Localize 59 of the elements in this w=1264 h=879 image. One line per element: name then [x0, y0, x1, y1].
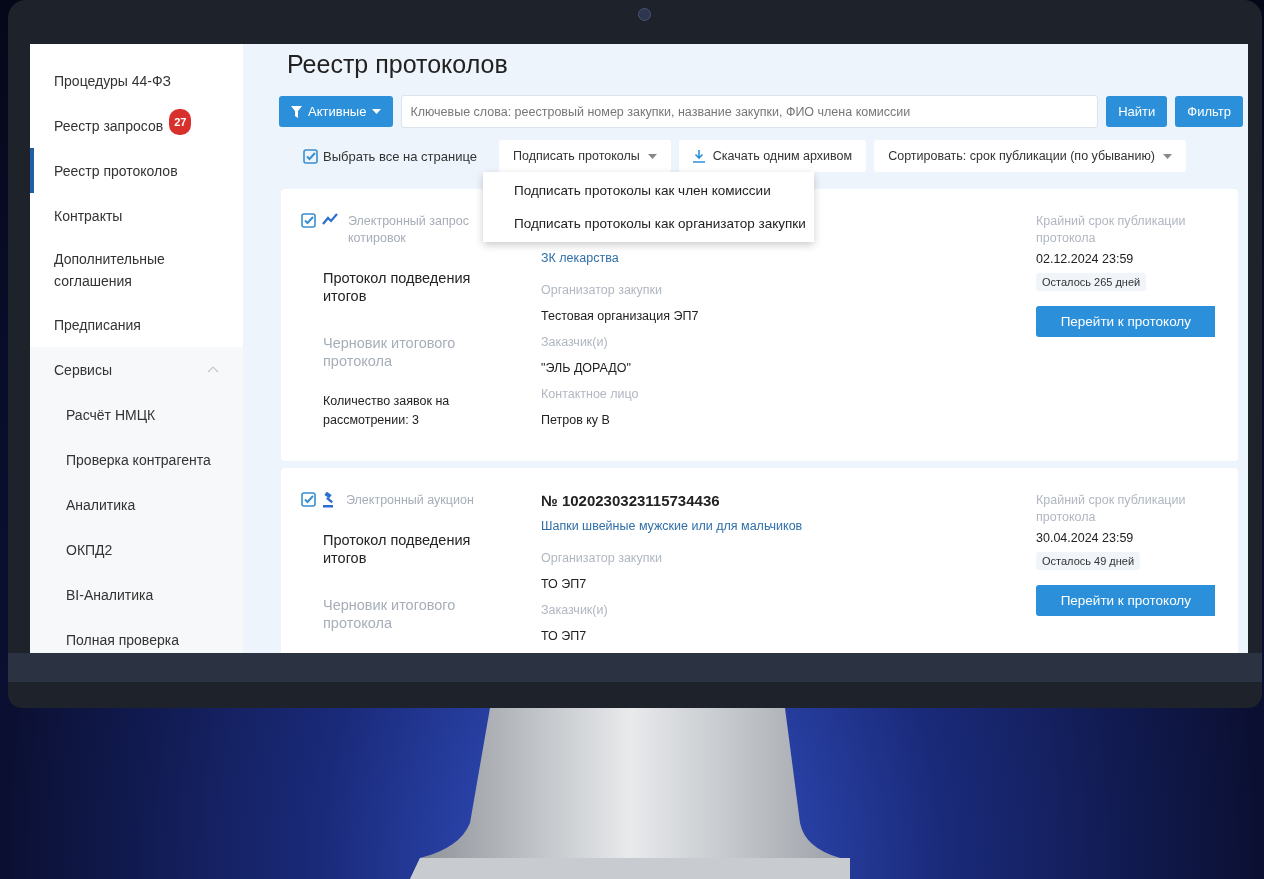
caret-icon — [1163, 153, 1172, 159]
menu-item[interactable]: Подписать протоколы как член комиссии — [483, 174, 814, 207]
detail-value: Петров ку В — [541, 412, 611, 429]
gavel-icon — [322, 492, 336, 508]
sidebar-item[interactable]: Реестр протоколов — [30, 148, 243, 193]
detail-label: Организатор закупки — [541, 550, 663, 567]
detail-value: Тестовая организация ЭП7 — [541, 308, 700, 325]
sidebar-item[interactable]: Реестр запросов 27 — [30, 103, 243, 148]
sidebar-item[interactable]: Контракты — [30, 193, 243, 238]
sidebar-item[interactable]: Предписания — [30, 302, 243, 347]
deadline-label: Крайний срок публикации протокола — [1036, 492, 1187, 526]
days-left-badge: Осталось 265 дней — [1036, 273, 1147, 291]
checkbox[interactable] — [301, 213, 316, 228]
sidebar-item[interactable]: Сервисы — [30, 347, 243, 392]
caret-icon — [647, 153, 657, 159]
count-badge: 27 — [169, 108, 192, 135]
protocol-name: Протокол подведения итогов — [323, 531, 472, 567]
sidebar-item[interactable]: BI-Аналитика — [30, 572, 243, 617]
sidebar-item[interactable]: Полная проверка — [30, 617, 243, 653]
download-icon — [692, 149, 705, 163]
camera-icon — [638, 8, 651, 21]
deadline-label: Крайний срок публикации протокола — [1036, 213, 1187, 247]
detail-label: Заказчик(и) — [541, 602, 609, 619]
page-title: Реестр протоколов — [287, 50, 509, 79]
draft-status: Черновик итогового протокола — [323, 334, 457, 370]
sidebar-item[interactable]: Аналитика — [30, 482, 243, 527]
caret-icon — [372, 109, 382, 114]
procurement-link[interactable]: ЗК лекарства — [541, 251, 1016, 265]
protocol-name: Протокол подведения итогов — [323, 269, 472, 305]
download-button[interactable]: Скачать одним архивом — [678, 140, 867, 172]
detail-value: ТО ЭП7 — [541, 628, 588, 645]
applications-count: Количество заявок на рассмотрении: 3 — [323, 393, 451, 429]
detail-label: Заказчик(и) — [541, 334, 609, 351]
detail-label: Организатор закупки — [541, 282, 663, 299]
checkbox[interactable] — [303, 148, 318, 164]
days-left-badge: Осталось 49 дней — [1036, 552, 1141, 570]
trend-line-icon — [322, 213, 338, 225]
draft-status: Черновик итогового протокола — [323, 596, 457, 632]
checkbox[interactable] — [301, 492, 316, 507]
procurement-number: № 1020230323115734436 — [541, 492, 721, 509]
procedure-type: Электронный аукцион — [346, 492, 475, 509]
menu-item[interactable]: Подписать протоколы как организатор закупки — [483, 207, 814, 240]
detail-label: Контактное лицо — [541, 386, 640, 403]
sidebar-item[interactable]: Расчёт НМЦК — [30, 392, 243, 437]
select-all-label[interactable]: Выбрать все на странице — [323, 148, 477, 164]
deadline-date: 02.12.2024 23:59 — [1036, 252, 1134, 266]
sign-dropdown[interactable]: Подписать протоколы — [499, 140, 671, 172]
detail-value: "ЭЛЬ ДОРАДО" — [541, 360, 632, 377]
filter-icon — [291, 105, 302, 118]
procedure-type: Электронный запрос котировок — [348, 213, 470, 247]
search-field[interactable]: Ключевые слова: реестровый номер закупки, название закупки, ФИО члена комиссии — [401, 95, 1099, 128]
deadline-date: 30.04.2024 23:59 — [1036, 531, 1134, 545]
detail-value: ТО ЭП7 — [541, 576, 588, 593]
procurement-link[interactable]: Шапки швейные мужские или для мальчиков — [541, 519, 1016, 533]
sort-dropdown[interactable]: Сортировать: срок публикации (по убыванию) — [874, 140, 1186, 172]
sidebar-item[interactable]: Процедуры 44-ФЗ — [30, 58, 243, 103]
sidebar-item[interactable]: ОКПД2 — [30, 527, 243, 572]
sidebar-item[interactable]: Проверка контрагента — [30, 437, 243, 482]
sidebar-item[interactable]: Дополнительные соглашения — [30, 238, 243, 302]
